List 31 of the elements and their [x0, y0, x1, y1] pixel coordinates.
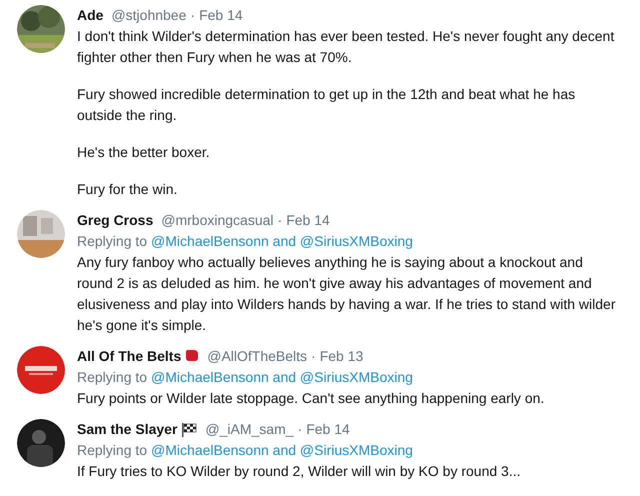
author-name[interactable]: Sam the Slayer — [77, 419, 178, 440]
author-name[interactable]: Greg Cross — [77, 210, 154, 231]
author-handle[interactable]: @stjohnbee — [111, 5, 186, 26]
separator-dot: · — [278, 211, 282, 230]
tweet-text: If Fury tries to KO Wilder by round 2, Wilder will win by KO by round 3... — [77, 462, 520, 481]
tweet-date[interactable]: Feb 14 — [306, 419, 350, 440]
tweet-date[interactable]: Feb 14 — [199, 5, 243, 26]
mention-link[interactable]: @MichaelBensonn and @SiriusXMBoxing — [151, 231, 413, 252]
author-name[interactable]: All Of The Belts — [77, 346, 182, 367]
author-handle[interactable]: @_iAM_sam_ — [205, 419, 294, 440]
tweet-text: He's the better boxer. — [77, 143, 211, 162]
author-handle[interactable]: @mrboxingcasual — [161, 210, 274, 231]
tweet-text: Fury points or Wilder late stoppage. Can't see anything happening early on. — [77, 389, 544, 408]
tweet-text: I don't think Wilder's determination has ever been tested. He's never fought any decent fighter other then Fury when he was at 70%. — [77, 27, 616, 67]
separator-dot: · — [298, 420, 302, 439]
separator-dot: · — [190, 6, 196, 25]
author-name[interactable]: Ade — [77, 5, 104, 26]
boxing-glove-icon — [185, 348, 200, 364]
replying-label: Replying to — [77, 232, 148, 251]
replying-label: Replying to — [77, 441, 148, 460]
replying-label: Replying to — [77, 368, 148, 387]
tweet-text: Fury for the win. — [77, 180, 178, 199]
separator-dot: · — [311, 347, 316, 366]
mention-link[interactable]: @MichaelBensonn and @SiriusXMBoxing — [151, 367, 413, 388]
author-handle[interactable]: @AllOfTheBelts — [207, 346, 308, 367]
tweet-text: Fury showed incredible determination to get up in the 12th and beat what he has outside the ring. — [77, 85, 576, 125]
tweet-text: Any fury fanboy who actually believes anything he is saying about a knockout and round 2 is as deluded as him. he won't give away his advantages of movement and elusiveness and play into Wilders hands by having a war. If he tries to stand with wilder he's gone it's simple. — [77, 253, 617, 335]
tweet-date[interactable]: Feb 13 — [320, 346, 364, 367]
checkered-flag-icon — [181, 422, 198, 438]
tweet-date[interactable]: Feb 14 — [286, 210, 330, 231]
mention-link[interactable]: @MichaelBensonn and @SiriusXMBoxing — [151, 440, 413, 461]
